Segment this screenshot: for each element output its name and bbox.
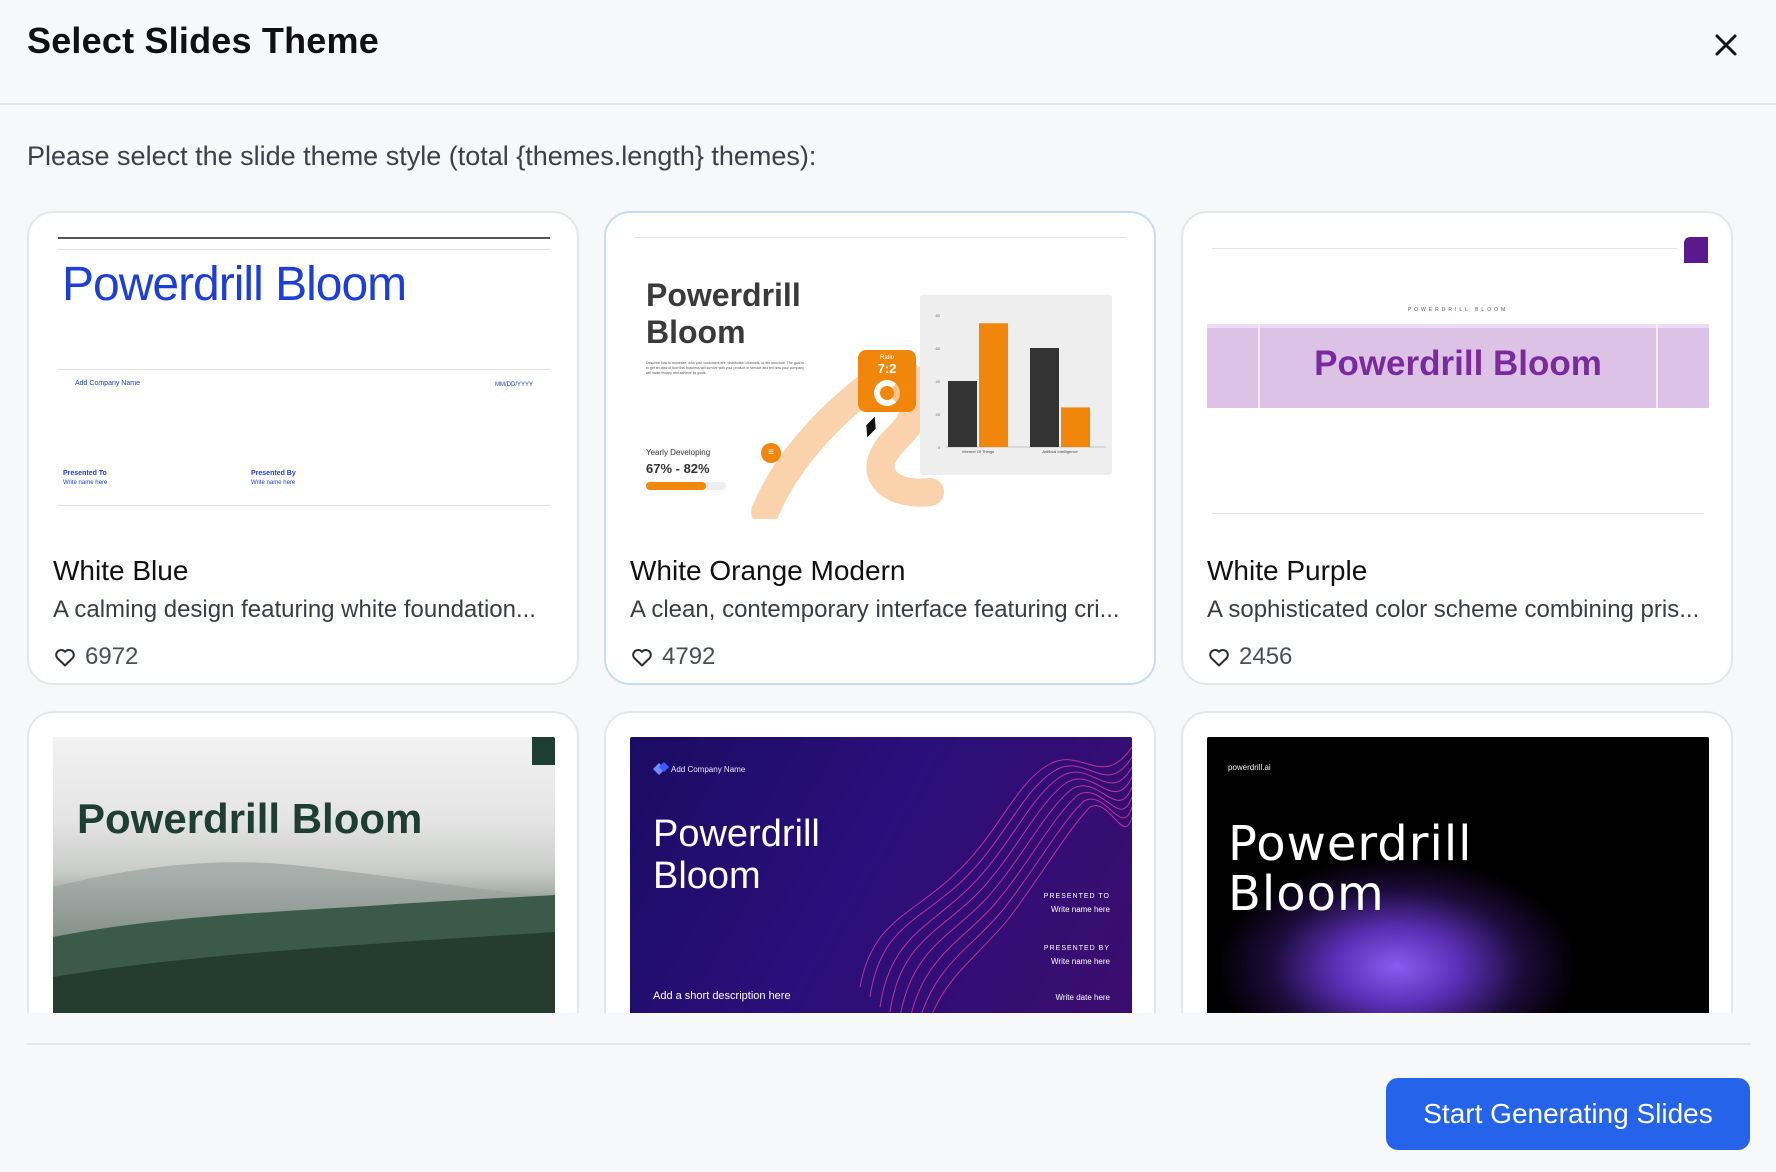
bar-chart: 80 60 40 20 0 Internet Of Things Artificial In… [936,313,1106,454]
preview-company: Add Company Name [671,765,746,774]
like-button[interactable]: 4792 [630,642,715,672]
divider [58,249,550,250]
theme-card-white-blue[interactable]: Powerdrill Bloom Add Company Name MM/DD/… [27,211,579,685]
dialog-header: Select Slides Theme [0,0,1776,105]
preview-site: powerdrill.ai [1228,763,1271,772]
corner-tab [532,737,555,765]
dialog-title: Select Slides Theme [27,20,379,61]
chart-tick-label: 80 [936,313,941,318]
preview-title: Powerdrill Bloom [62,258,407,311]
preview-title: Powerdrill Bloom [1314,344,1602,383]
yearly-progress-fill [646,482,706,490]
preview-presented-by-value: Write name here [1051,957,1110,966]
like-count: 2456 [1239,643,1293,670]
divider [58,237,550,239]
bar-chart-panel: 80 60 40 20 0 Internet Of Things Artificial In… [920,295,1112,475]
chart-tick-label: 40 [936,379,941,384]
close-button[interactable] [1706,25,1746,65]
divider [58,505,550,506]
theme-name: White Orange Modern [630,555,906,586]
theme-preview: Add Company Name Powerdrill Bloom PRESEN… [630,737,1132,1013]
preview-title: Powerdrill Bloom [646,277,801,350]
corner-tab [1684,237,1708,263]
heart-icon [1209,649,1229,667]
chart-bar-orange [1061,407,1090,447]
divider [1212,248,1677,249]
preview-date: MM/DD/YYYY [494,382,533,388]
theme-card-black-violet[interactable]: powerdrill.ai Powerdrill Bloom [1181,711,1733,1013]
coin-icon: ≡ [761,443,781,463]
preview-body-text: Describe how to monetize, who your custo… [646,361,804,375]
instruction-text: Please select the slide theme style (tot… [27,141,817,171]
chart-tick-label: 20 [936,412,941,417]
theme-name: White Purple [1207,555,1368,586]
like-count: 4792 [662,643,716,670]
theme-preview: Powerdrill Bloom Add Company Name MM/DD/… [53,237,555,519]
heart-icon [632,649,652,667]
preview-presented-by-label: Presented By [251,470,296,477]
preview-description: Add a short description here [653,990,791,1002]
chart-bar-orange [979,323,1008,447]
divider [58,369,550,370]
theme-description: A sophisticated color scheme combining p… [1207,596,1700,623]
donut-icon [874,380,900,406]
close-icon [1715,34,1737,56]
preview-yearly-value: 67% - 82% [646,461,710,476]
preview-company: Add Company Name [75,380,140,387]
like-count: 6972 [85,643,139,670]
preview-caption: POWERDRILL BLOOM [1407,307,1509,313]
preview-yearly-label: Yearly Developing [646,448,711,457]
theme-description: A calming design featuring white foundat… [53,596,536,623]
start-generating-button[interactable]: Start Generating Slides [1386,1078,1750,1150]
divider [1212,513,1704,514]
like-button[interactable]: 2456 [1207,642,1292,672]
ratio-badge: Ratio 7:2 [858,350,916,412]
preview-date: Write date here [1055,993,1110,1002]
theme-card-white-purple[interactable]: POWERDRILL BLOOM Powerdrill Bloom White … [1181,211,1733,685]
chart-tick-label: 60 [936,346,941,351]
mountain-landscape [53,862,555,1013]
chart-bar-dark [1030,348,1059,447]
footer-divider [27,1043,1751,1045]
theme-preview: POWERDRILL BLOOM Powerdrill Bloom [1207,237,1709,519]
theme-preview: powerdrill.ai Powerdrill Bloom [1207,737,1709,1013]
preview-presented-to-label: Presented To [63,470,107,477]
preview-presented-to-value: Write name here [63,480,108,486]
theme-preview: Powerdrill Bloom Describe how to monetiz… [630,237,1132,519]
yearly-progress [646,482,726,490]
heart-icon [55,649,75,667]
theme-preview: Powerdrill Bloom [53,737,555,1013]
theme-grid[interactable]: Powerdrill Bloom Add Company Name MM/DD/… [0,200,1776,1013]
like-button[interactable]: 6972 [53,642,138,672]
chart-category-label: Artificial Intelligence [1042,449,1078,454]
preview-title: Powerdrill Bloom [653,813,820,897]
chart-bar-dark [948,381,977,447]
preview-title: Powerdrill Bloom [1228,816,1473,922]
theme-name: White Blue [53,555,189,586]
preview-presented-by-label: PRESENTED BY [1043,945,1110,952]
preview-presented-by-value: Write name here [251,480,296,486]
chart-category-label: Internet Of Things [962,449,994,454]
preview-title: Powerdrill Bloom [77,795,423,842]
theme-card-white-orange-modern[interactable]: Powerdrill Bloom Describe how to monetiz… [604,211,1156,685]
theme-card-navy-wave[interactable]: Add Company Name Powerdrill Bloom PRESEN… [604,711,1156,1013]
chart-tick-label: 0 [938,445,941,450]
title-band: Powerdrill Bloom [1207,324,1709,408]
preview-presented-to-value: Write name here [1051,905,1110,914]
theme-description: A clean, contemporary interface featurin… [630,596,1120,623]
preview-presented-to-label: PRESENTED TO [1043,893,1110,900]
theme-card-green-forest[interactable]: Powerdrill Bloom [27,711,579,1013]
